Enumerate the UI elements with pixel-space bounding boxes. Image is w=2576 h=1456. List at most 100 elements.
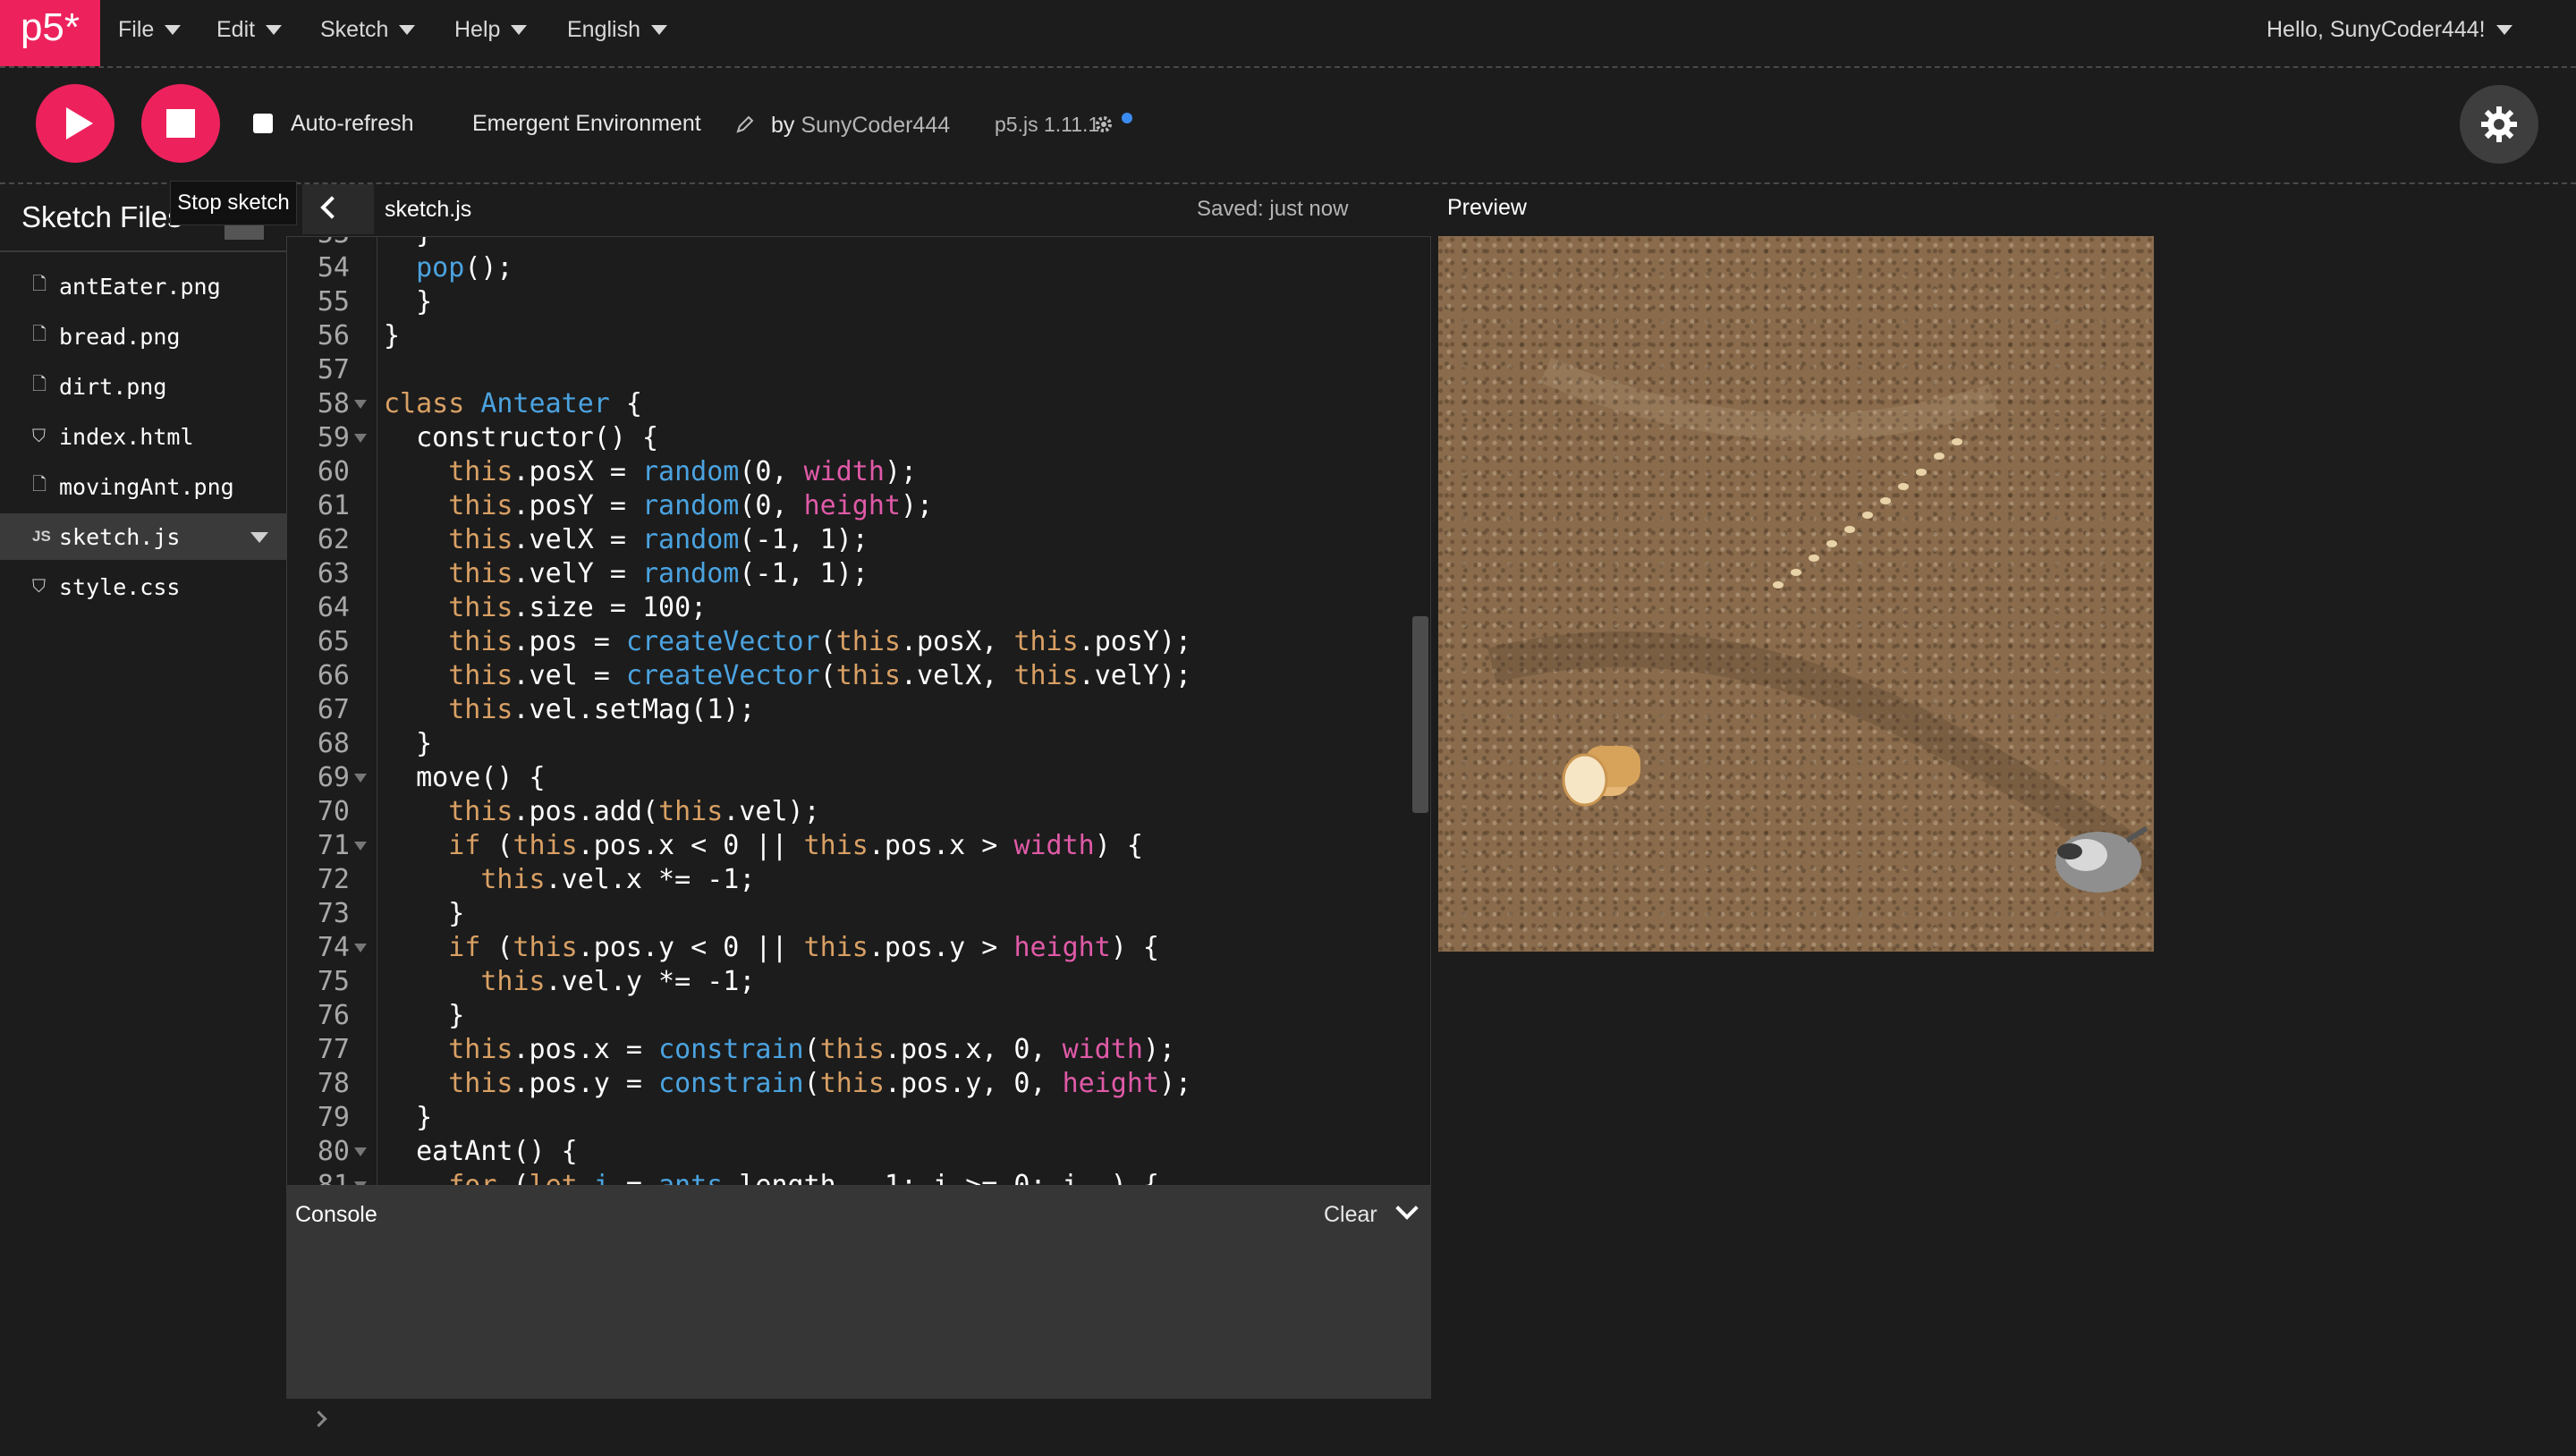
fold-arrow-icon[interactable] bbox=[354, 1147, 367, 1156]
code-text: } bbox=[384, 1102, 433, 1133]
file-options-caret-icon[interactable] bbox=[250, 532, 268, 543]
line-number: 57 bbox=[317, 354, 350, 385]
gear-icon[interactable] bbox=[1093, 114, 1114, 135]
code-line[interactable]: 64 this.size = 100; bbox=[287, 591, 1430, 625]
fold-arrow-icon[interactable] bbox=[354, 400, 367, 409]
code-line[interactable]: 75 this.vel.y *= -1; bbox=[287, 965, 1430, 999]
code-line[interactable]: 62 this.velX = random(-1, 1); bbox=[287, 523, 1430, 557]
line-number: 78 bbox=[317, 1068, 350, 1099]
code-text: this.pos.x = constrain(this.pos.x, 0, wi… bbox=[448, 1034, 1176, 1065]
code-line[interactable]: 59 constructor() { bbox=[287, 421, 1430, 455]
code-line[interactable]: 79 } bbox=[287, 1101, 1430, 1135]
code-line[interactable]: 63 this.velY = random(-1, 1); bbox=[287, 557, 1430, 591]
code-text: this.velY = random(-1, 1); bbox=[448, 558, 869, 589]
preferences-button[interactable] bbox=[2460, 85, 2538, 164]
file-item-bread-png[interactable]: 🗋 bread.png bbox=[0, 313, 286, 360]
console-clear-button[interactable]: Clear bbox=[1324, 1202, 1377, 1228]
fold-arrow-icon[interactable] bbox=[354, 434, 367, 443]
code-text: this.velX = random(-1, 1); bbox=[448, 524, 869, 555]
console-output bbox=[286, 1241, 1431, 1399]
menu-help[interactable]: Help bbox=[454, 0, 528, 59]
code-line[interactable]: 70 this.pos.add(this.vel); bbox=[287, 795, 1430, 829]
code-line[interactable]: 57 bbox=[287, 353, 1430, 387]
code-line[interactable]: 73 } bbox=[287, 897, 1430, 931]
js-icon: JS bbox=[32, 528, 51, 545]
line-number: 62 bbox=[317, 524, 350, 555]
menu-sketch[interactable]: Sketch bbox=[320, 0, 416, 59]
code-text: constructor() { bbox=[384, 422, 659, 453]
code-line[interactable]: 58 class Anteater { bbox=[287, 387, 1430, 421]
file-item-sketch-js[interactable]: JS sketch.js bbox=[0, 513, 286, 560]
editor-scrollbar[interactable] bbox=[1412, 616, 1428, 813]
code-line[interactable]: 78 this.pos.y = constrain(this.pos.y, 0,… bbox=[287, 1067, 1430, 1101]
code-text: pop(); bbox=[416, 252, 513, 284]
file-icon: 🗋 bbox=[32, 475, 47, 495]
code-line[interactable]: 53 } bbox=[287, 237, 1430, 251]
autorefresh-checkbox[interactable] bbox=[253, 114, 273, 133]
line-number: 54 bbox=[317, 252, 350, 284]
editor-header: sketch.js Saved: just now bbox=[286, 184, 1431, 234]
code-line[interactable]: 74 if (this.pos.y < 0 || this.pos.y > he… bbox=[287, 931, 1430, 965]
preview-title: Preview bbox=[1447, 195, 1527, 220]
code-line[interactable]: 54 pop(); bbox=[287, 251, 1430, 285]
menu-edit[interactable]: Edit bbox=[216, 0, 283, 59]
code-line[interactable]: 77 this.pos.x = constrain(this.pos.x, 0,… bbox=[287, 1033, 1430, 1067]
code-line[interactable]: 61 this.posY = random(0, height); bbox=[287, 489, 1430, 523]
file-icon: 🗋 bbox=[32, 375, 47, 394]
code-editor[interactable]: 53 }54 pop();55 }56}5758class Anteater {… bbox=[286, 236, 1431, 1186]
author-link[interactable]: SunyCoder444 bbox=[801, 113, 950, 138]
sketch-name[interactable]: Emergent Environment bbox=[472, 111, 701, 137]
fold-arrow-icon[interactable] bbox=[354, 944, 367, 952]
code-text: if (this.pos.x < 0 || this.pos.x > width… bbox=[448, 830, 1143, 861]
code-line[interactable]: 71 if (this.pos.x < 0 || this.pos.x > wi… bbox=[287, 829, 1430, 863]
code-line[interactable]: 80 eatAnt() { bbox=[287, 1135, 1430, 1169]
fold-arrow-icon[interactable] bbox=[354, 842, 367, 851]
line-number: 73 bbox=[317, 898, 350, 929]
divider bbox=[0, 250, 286, 252]
line-number: 71 bbox=[317, 830, 350, 861]
code-text: this.vel = createVector(this.velX, this.… bbox=[448, 660, 1192, 691]
play-button[interactable] bbox=[36, 84, 114, 163]
code-line[interactable]: 72 this.vel.x *= -1; bbox=[287, 863, 1430, 897]
code-text: } bbox=[384, 320, 401, 351]
console-input[interactable] bbox=[286, 1399, 1431, 1456]
file-tab[interactable]: sketch.js bbox=[385, 197, 471, 223]
line-number: 76 bbox=[317, 1000, 350, 1031]
file-item-dirt-png[interactable]: 🗋 dirt.png bbox=[0, 363, 286, 410]
code-line[interactable]: 76 } bbox=[287, 999, 1430, 1033]
css-icon: ⛉ bbox=[32, 576, 46, 597]
code-text: this.pos = createVector(this.posX, this.… bbox=[448, 626, 1192, 657]
file-item-movingant-png[interactable]: 🗋 movingAnt.png bbox=[0, 463, 286, 510]
menu-language[interactable]: English bbox=[567, 0, 667, 59]
p5-logo[interactable]: p5* bbox=[0, 0, 100, 66]
code-line[interactable]: 68 } bbox=[287, 727, 1430, 761]
unsaved-dot bbox=[1122, 113, 1132, 123]
sketch-preview-canvas[interactable] bbox=[1438, 236, 2154, 952]
code-line[interactable]: 56} bbox=[287, 319, 1430, 353]
version-label[interactable]: p5.js 1.11.1 bbox=[995, 113, 1099, 137]
line-number: 77 bbox=[317, 1034, 350, 1065]
file-item-index-html[interactable]: ⛉ index.html bbox=[0, 413, 286, 460]
code-lines: 53 }54 pop();55 }56}5758class Anteater {… bbox=[287, 237, 1430, 1185]
line-number: 79 bbox=[317, 1102, 350, 1133]
code-line[interactable]: 67 this.vel.setMag(1); bbox=[287, 693, 1430, 727]
file-item-anteater-png[interactable]: 🗋 antEater.png bbox=[0, 263, 286, 309]
stop-button[interactable] bbox=[141, 84, 220, 163]
stop-icon bbox=[166, 109, 195, 138]
code-line[interactable]: 81 for (let i = ants.length - 1; i >= 0;… bbox=[287, 1169, 1430, 1185]
code-line[interactable]: 69 move() { bbox=[287, 761, 1430, 795]
line-number: 67 bbox=[317, 694, 350, 725]
code-line[interactable]: 65 this.pos = createVector(this.posX, th… bbox=[287, 625, 1430, 659]
code-text: } bbox=[384, 728, 433, 759]
code-text: } bbox=[384, 237, 432, 251]
chevron-down-icon[interactable] bbox=[1395, 1197, 1419, 1220]
code-line[interactable]: 60 this.posX = random(0, width); bbox=[287, 455, 1430, 489]
user-menu[interactable]: Hello, SunyCoder444! bbox=[2267, 0, 2512, 59]
line-number: 55 bbox=[317, 286, 350, 317]
pencil-icon[interactable] bbox=[735, 114, 755, 134]
code-line[interactable]: 66 this.vel = createVector(this.velX, th… bbox=[287, 659, 1430, 693]
menu-file[interactable]: File bbox=[118, 0, 182, 59]
file-item-style-css[interactable]: ⛉ style.css bbox=[0, 563, 286, 610]
fold-arrow-icon[interactable] bbox=[354, 774, 367, 783]
code-line[interactable]: 55 } bbox=[287, 285, 1430, 319]
